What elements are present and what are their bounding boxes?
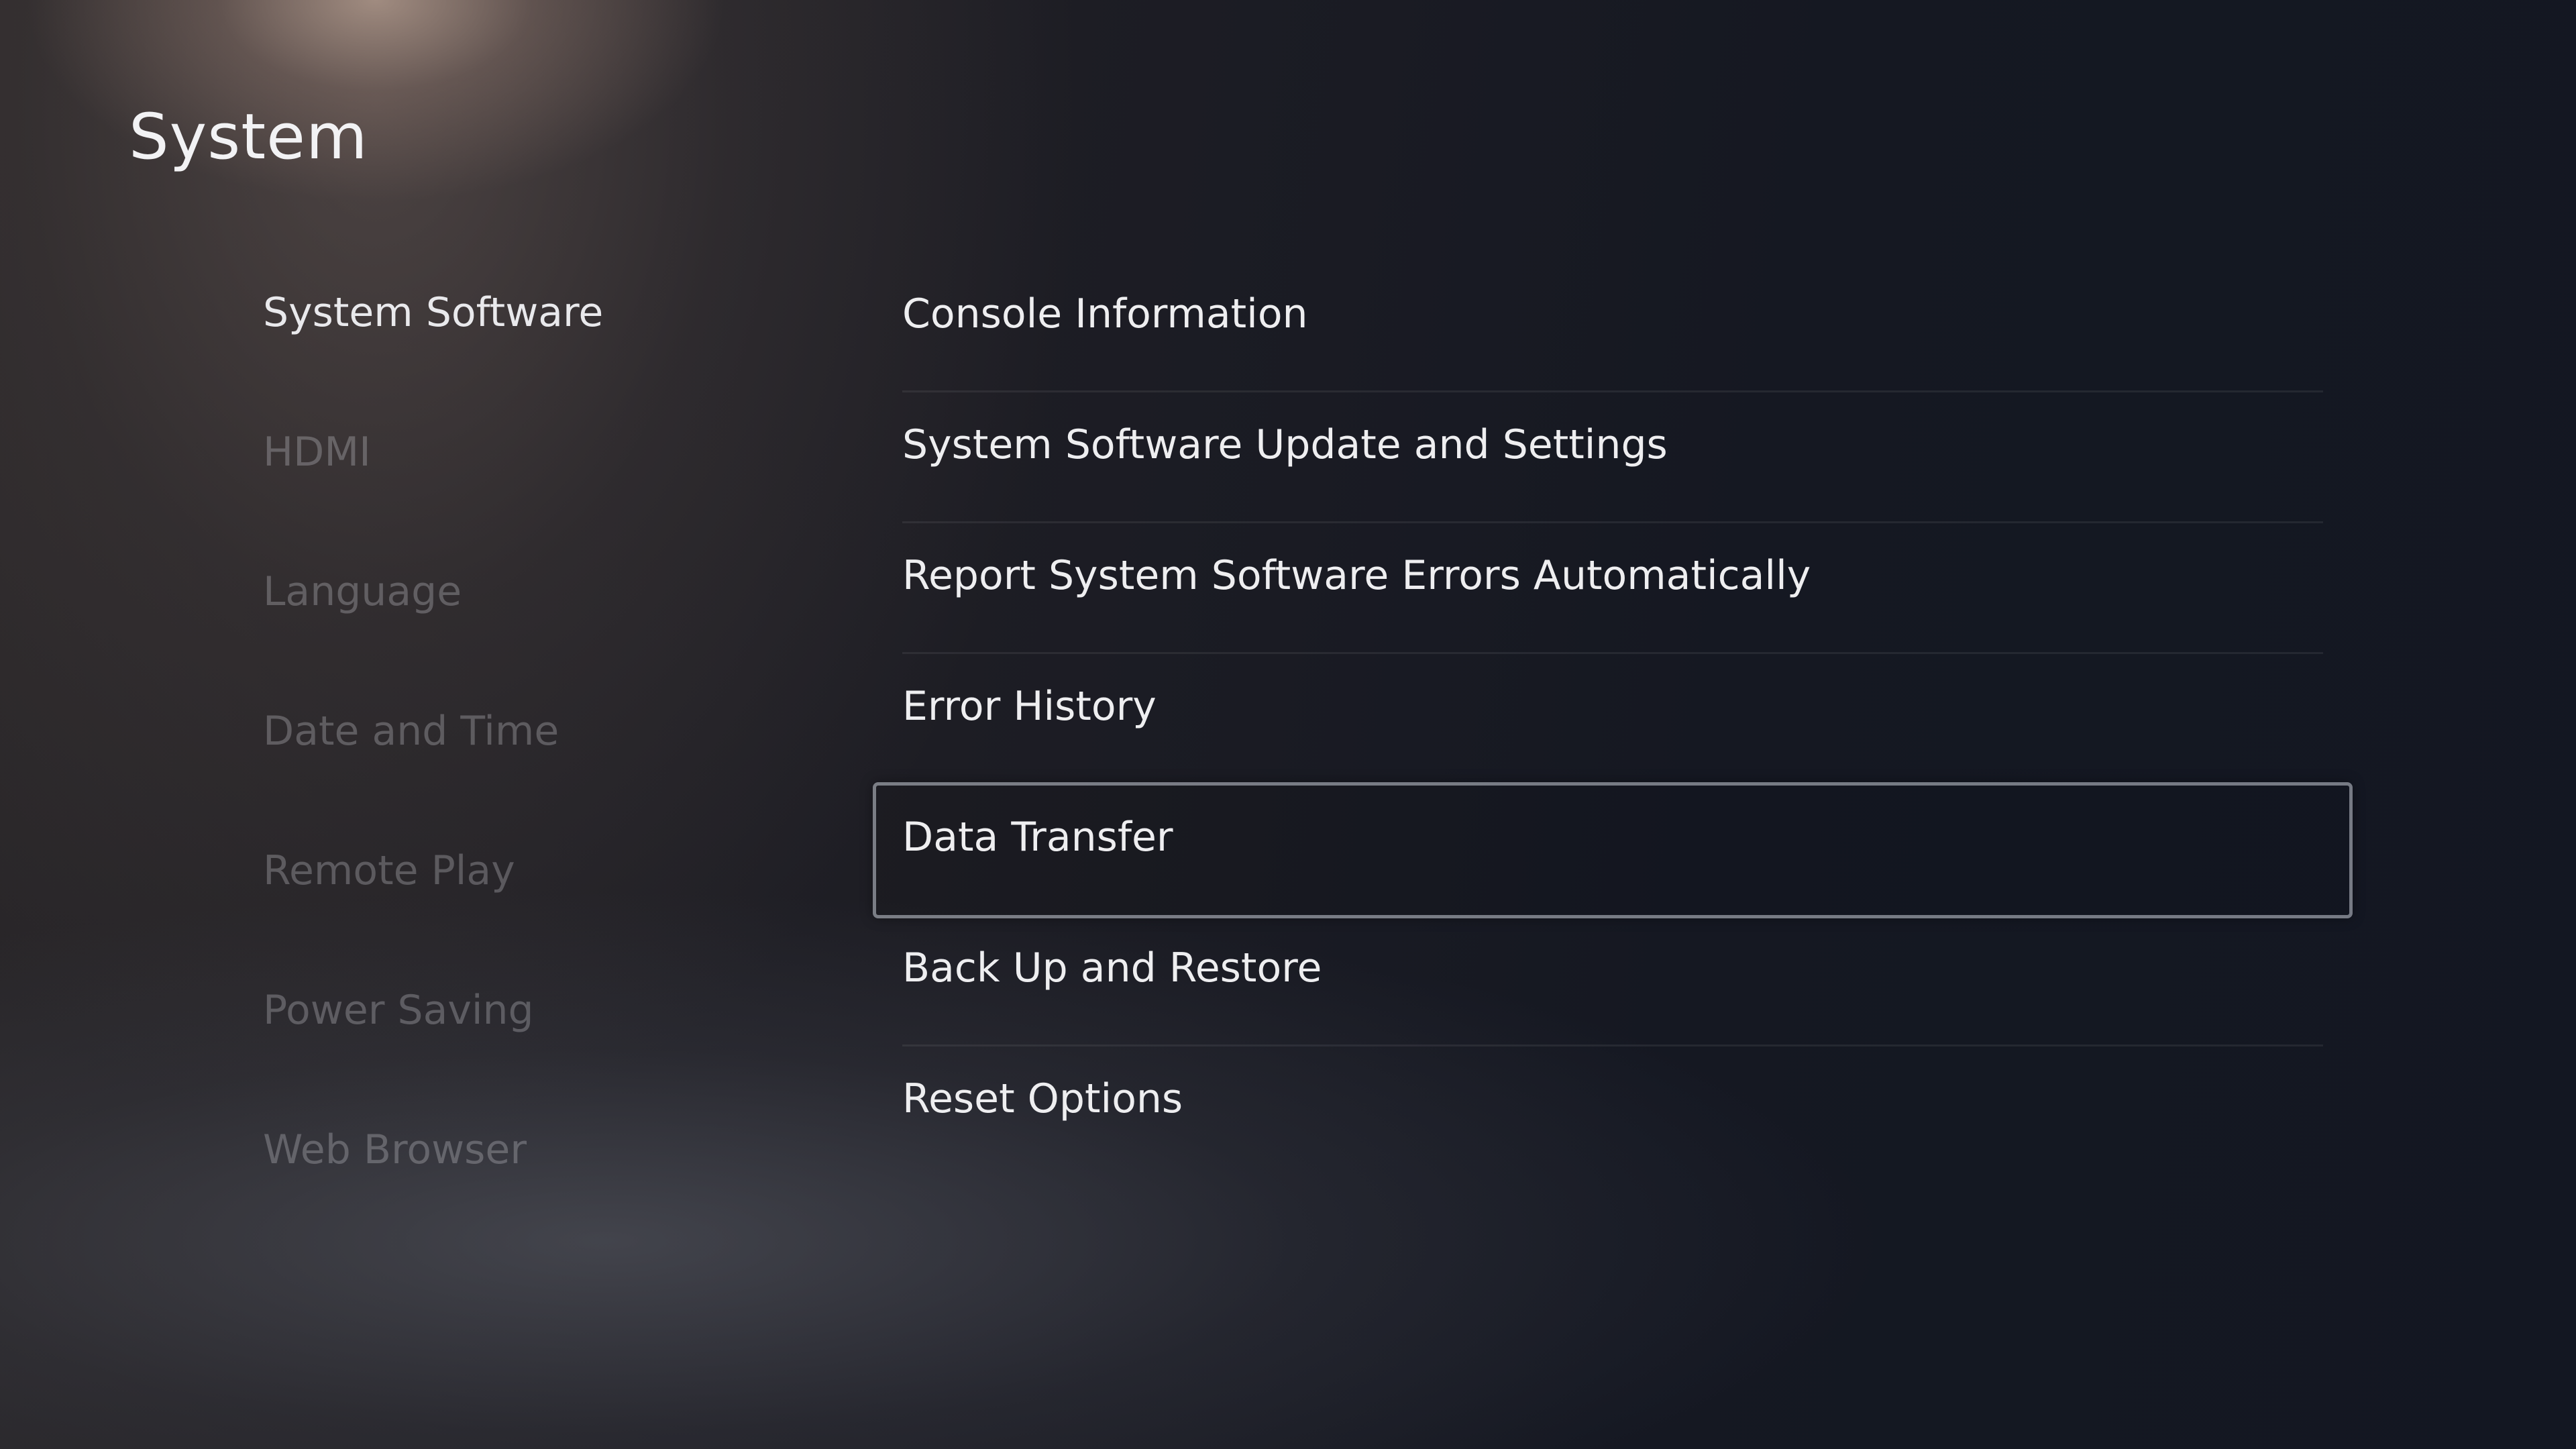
menu-item-label: System Software Update and Settings [902, 421, 1668, 468]
menu-item-data-transfer[interactable]: Data Transfer [873, 782, 2353, 918]
settings-list: Console Information System Software Upda… [873, 262, 2353, 1177]
menu-item-label: Back Up and Restore [902, 945, 1322, 991]
menu-item-error-history[interactable]: Error History [902, 654, 2323, 785]
sidebar-item-power-saving[interactable]: Power Saving [263, 971, 867, 1111]
sidebar-item-web-browser[interactable]: Web Browser [263, 1111, 867, 1250]
page-title: System [129, 101, 368, 174]
menu-item-report-errors[interactable]: Report System Software Errors Automatica… [902, 523, 2323, 654]
menu-item-system-software-update[interactable]: System Software Update and Settings [902, 392, 2323, 523]
menu-item-console-information[interactable]: Console Information [902, 262, 2323, 392]
sidebar-item-language[interactable]: Language [263, 553, 867, 692]
menu-item-label: Data Transfer [902, 814, 1173, 861]
menu-item-reset-options[interactable]: Reset Options [902, 1046, 2323, 1177]
sidebar-item-date-and-time[interactable]: Date and Time [263, 692, 867, 832]
menu-item-label: Report System Software Errors Automatica… [902, 552, 1811, 599]
sidebar-item-hdmi[interactable]: HDMI [263, 413, 867, 553]
sidebar-item-system-software[interactable]: System Software [263, 274, 867, 413]
menu-item-label: Error History [902, 683, 1157, 730]
menu-item-back-up-and-restore[interactable]: Back Up and Restore [902, 916, 2323, 1046]
sidebar: System Software HDMI Language Date and T… [263, 274, 867, 1250]
menu-item-label: Reset Options [902, 1075, 1183, 1122]
sidebar-item-remote-play[interactable]: Remote Play [263, 832, 867, 971]
menu-item-label: Console Information [902, 290, 1308, 337]
